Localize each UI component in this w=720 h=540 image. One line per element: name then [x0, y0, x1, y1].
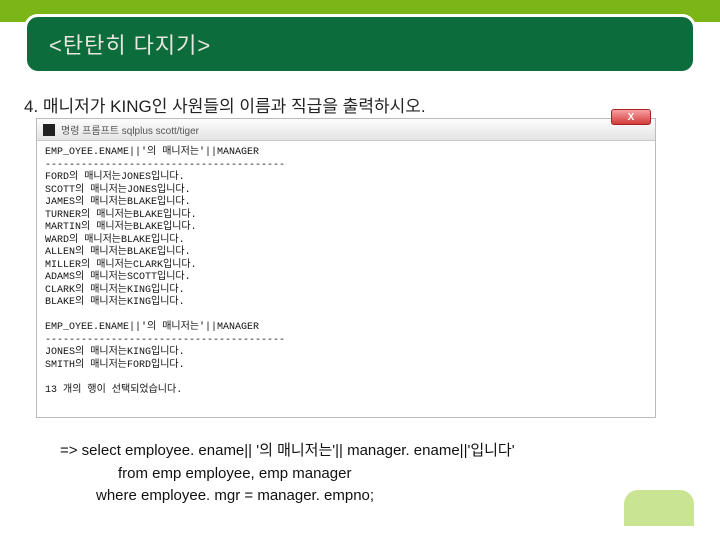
answer-block: => select employee. ename|| '의 매니저는'|| m… [60, 440, 690, 508]
answer-line-1: => select employee. ename|| '의 매니저는'|| m… [60, 440, 690, 463]
bottom-accent [624, 490, 694, 526]
slide: <탄탄히 다지기> 4. 매니저가 KING인 사원들의 이름과 직급을 출력하… [0, 0, 720, 540]
question-text: 4. 매니저가 KING인 사원들의 이름과 직급을 출력하시오. [24, 92, 696, 117]
answer-line-3: where employee. mgr = manager. empno; [60, 485, 690, 508]
close-icon[interactable]: X [611, 109, 651, 125]
terminal-titlebar: 명령 프롬프트 sqlplus scott/tiger [37, 119, 655, 141]
title-text: <탄탄히 다지기> [49, 28, 211, 60]
terminal-icon [43, 124, 55, 136]
terminal-body: EMP_OYEE.ENAME||'의 매니저는'||MANAGER ------… [37, 141, 655, 417]
terminal-window: X 명령 프롬프트 sqlplus scott/tiger EMP_OYEE.E… [36, 118, 656, 418]
title-box: <탄탄히 다지기> [24, 14, 696, 74]
terminal-title: 명령 프롬프트 sqlplus scott/tiger [61, 122, 199, 137]
answer-line-2: from emp employee, emp manager [60, 463, 690, 486]
